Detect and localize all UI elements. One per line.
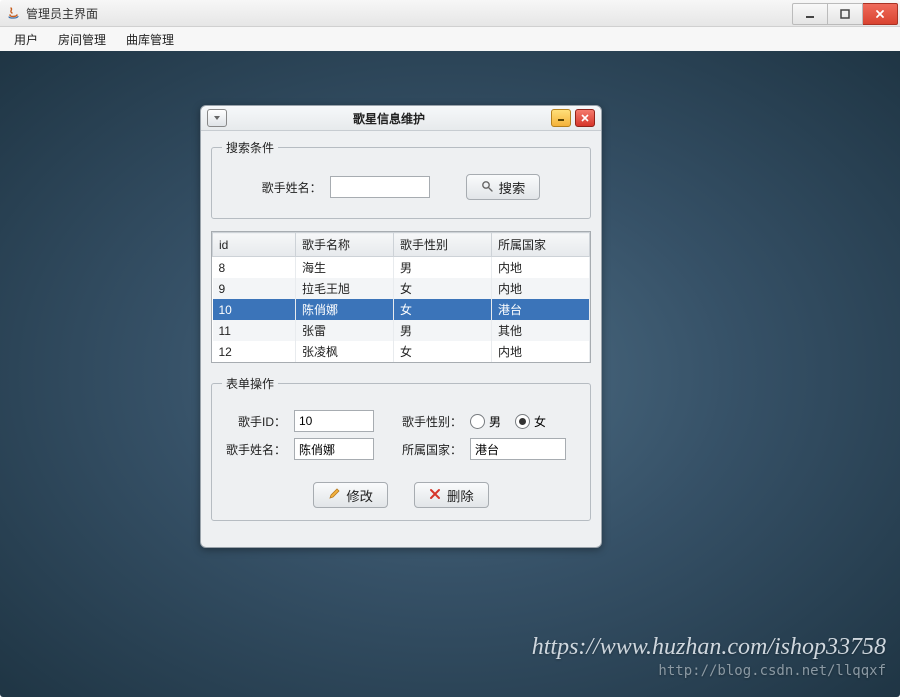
pencil-icon (328, 488, 340, 503)
main-window: 管理员主界面 用户 房间管理 曲库管理 歌星信息维护 (0, 0, 900, 697)
country-input[interactable] (470, 438, 566, 460)
country-label: 所属国家： (402, 441, 462, 458)
form-fieldset: 表单操作 歌手ID： 歌手性别： 男 (211, 375, 591, 521)
col-country[interactable]: 所属国家 (491, 233, 589, 257)
search-name-input[interactable] (330, 176, 430, 198)
menu-song[interactable]: 曲库管理 (118, 29, 182, 50)
dialog-title: 歌星信息维护 (227, 110, 551, 127)
dialog-close-button[interactable] (575, 109, 595, 127)
delete-button-label: 删除 (447, 486, 474, 505)
modify-button-label: 修改 (346, 486, 373, 505)
delete-icon (429, 488, 441, 503)
form-legend: 表单操作 (222, 375, 278, 392)
minimize-button[interactable] (792, 3, 828, 25)
dialog-minimize-button[interactable] (551, 109, 571, 127)
name-input[interactable] (294, 438, 374, 460)
search-icon (481, 180, 493, 195)
table-row[interactable]: 8海生男内地 (213, 257, 590, 279)
col-name[interactable]: 歌手名称 (295, 233, 393, 257)
search-button-label: 搜索 (499, 178, 526, 197)
dialog-system-menu-icon[interactable] (207, 109, 227, 127)
menubar: 用户 房间管理 曲库管理 (0, 27, 900, 52)
search-legend: 搜索条件 (222, 139, 278, 156)
menu-user[interactable]: 用户 (6, 29, 46, 50)
table-row[interactable]: 9拉毛王旭女内地 (213, 278, 590, 299)
search-button[interactable]: 搜索 (466, 174, 541, 200)
maximize-button[interactable] (828, 3, 863, 25)
radio-female[interactable]: 女 (515, 413, 546, 430)
table-row[interactable]: 10陈俏娜女港台 (213, 299, 590, 320)
dialog-titlebar[interactable]: 歌星信息维护 (201, 106, 601, 131)
col-id[interactable]: id (213, 233, 296, 257)
search-fieldset: 搜索条件 歌手姓名： 搜索 (211, 139, 591, 219)
close-button[interactable] (863, 3, 898, 25)
name-label: 歌手姓名： (222, 441, 286, 458)
id-label: 歌手ID： (222, 413, 286, 430)
watermark: https://www.huzhan.com/ishop33758 http:/… (532, 634, 886, 679)
delete-button[interactable]: 删除 (414, 482, 489, 508)
radio-male-label: 男 (489, 413, 501, 430)
mdi-client: 歌星信息维护 搜索条件 歌手姓名： (0, 51, 900, 697)
window-titlebar[interactable]: 管理员主界面 (0, 0, 900, 27)
col-sex[interactable]: 歌手性别 (393, 233, 491, 257)
sex-label: 歌手性别： (402, 413, 462, 430)
radio-male[interactable]: 男 (470, 413, 501, 430)
menu-room[interactable]: 房间管理 (50, 29, 114, 50)
singer-dialog: 歌星信息维护 搜索条件 歌手姓名： (200, 105, 602, 548)
singer-table[interactable]: id 歌手名称 歌手性别 所属国家 8海生男内地9拉毛王旭女内地10陈俏娜女港台… (211, 231, 591, 363)
search-name-label: 歌手姓名： (262, 179, 322, 196)
id-input[interactable] (294, 410, 374, 432)
table-row[interactable]: 11张雷男其他 (213, 320, 590, 341)
java-icon (6, 6, 20, 20)
modify-button[interactable]: 修改 (313, 482, 388, 508)
window-title: 管理员主界面 (26, 5, 98, 22)
radio-female-label: 女 (534, 413, 546, 430)
table-row[interactable]: 12张凌枫女内地 (213, 341, 590, 362)
